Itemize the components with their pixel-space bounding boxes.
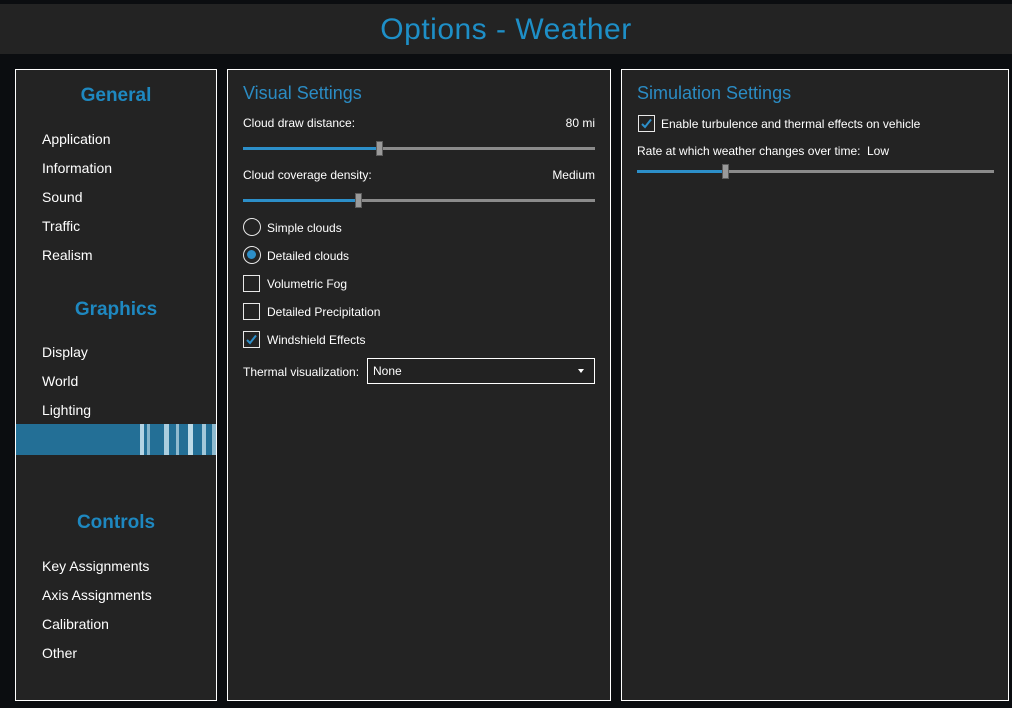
cloud-draw-distance-slider[interactable] [243,141,595,156]
slider-thumb[interactable] [355,193,363,208]
volumetric-fog-checkbox[interactable] [243,275,260,292]
weather-change-rate-label: Rate at which weather changes over time: [637,144,861,158]
cloud-coverage-label: Cloud coverage density: [243,168,372,182]
simulation-settings-panel: Simulation Settings Enable turbulence an… [621,69,1009,701]
selection-flare [140,424,144,455]
selection-flare [188,424,193,455]
sidebar-item-realism[interactable]: Realism [42,247,93,263]
visual-settings-title: Visual Settings [243,83,362,103]
detailed-clouds-label[interactable]: Detailed clouds [267,249,349,263]
section-header-general: General [80,85,152,106]
slider-thumb[interactable] [722,164,730,179]
slider-thumb[interactable] [376,141,384,156]
simulation-settings-title: Simulation Settings [637,83,792,103]
section-header-controls: Controls [76,512,156,533]
selection-flare [202,424,206,455]
sidebar-item-key-assignments[interactable]: Key Assignments [42,558,149,574]
checkmark-icon [641,118,652,129]
cloud-draw-distance-label: Cloud draw distance: [243,116,356,130]
selection-flare [147,424,150,455]
sidebar: General Application Information Sound Tr… [15,69,217,701]
detailed-clouds-radio[interactable] [243,246,261,264]
turbulence-checkbox[interactable] [638,115,655,132]
thermal-visualization-dropdown[interactable]: None [367,358,595,384]
section-header-graphics: Graphics [74,299,158,320]
cloud-coverage-slider[interactable] [243,193,595,208]
slider-fill [243,147,381,150]
cloud-coverage-value: Medium [552,168,595,182]
sidebar-item-information[interactable]: Information [42,160,112,176]
volumetric-fog-label[interactable]: Volumetric Fog [267,277,347,291]
simple-clouds-label[interactable]: Simple clouds [267,221,342,235]
detailed-precipitation-label[interactable]: Detailed Precipitation [267,305,380,319]
selection-flare [212,424,216,455]
sidebar-item-other[interactable]: Other [42,645,77,661]
cloud-draw-distance-value: 80 mi [565,116,595,130]
weather-change-rate-slider[interactable] [637,164,994,179]
sidebar-item-weather-selected[interactable] [16,424,216,455]
sidebar-item-lighting[interactable]: Lighting [42,402,91,418]
selection-flare [176,424,179,455]
sidebar-item-axis-assignments[interactable]: Axis Assignments [42,587,152,603]
sidebar-item-traffic[interactable]: Traffic [42,218,80,234]
sidebar-item-display[interactable]: Display [42,344,88,360]
simple-clouds-radio[interactable] [243,218,261,236]
detailed-precipitation-checkbox[interactable] [243,303,260,320]
slider-fill [243,199,360,202]
sidebar-item-calibration[interactable]: Calibration [42,616,109,632]
title-bar: Options - Weather [0,4,1012,54]
sidebar-item-world[interactable]: World [42,373,78,389]
page-title: Options - Weather [380,13,632,46]
thermal-visualization-value: None [373,364,402,378]
thermal-visualization-label: Thermal visualization: [243,365,360,379]
checkmark-icon [246,334,257,345]
windshield-effects-label[interactable]: Windshield Effects [267,333,366,347]
chevron-down-icon [578,369,584,373]
visual-settings-panel: Visual Settings Cloud draw distance: 80 … [227,69,611,701]
sidebar-item-sound[interactable]: Sound [42,189,82,205]
slider-fill [637,170,727,173]
selection-flare [164,424,169,455]
turbulence-label[interactable]: Enable turbulence and thermal effects on… [661,117,920,131]
windshield-effects-checkbox[interactable] [243,331,260,348]
weather-change-rate-value: Low [867,144,890,158]
sidebar-item-application[interactable]: Application [42,131,111,147]
